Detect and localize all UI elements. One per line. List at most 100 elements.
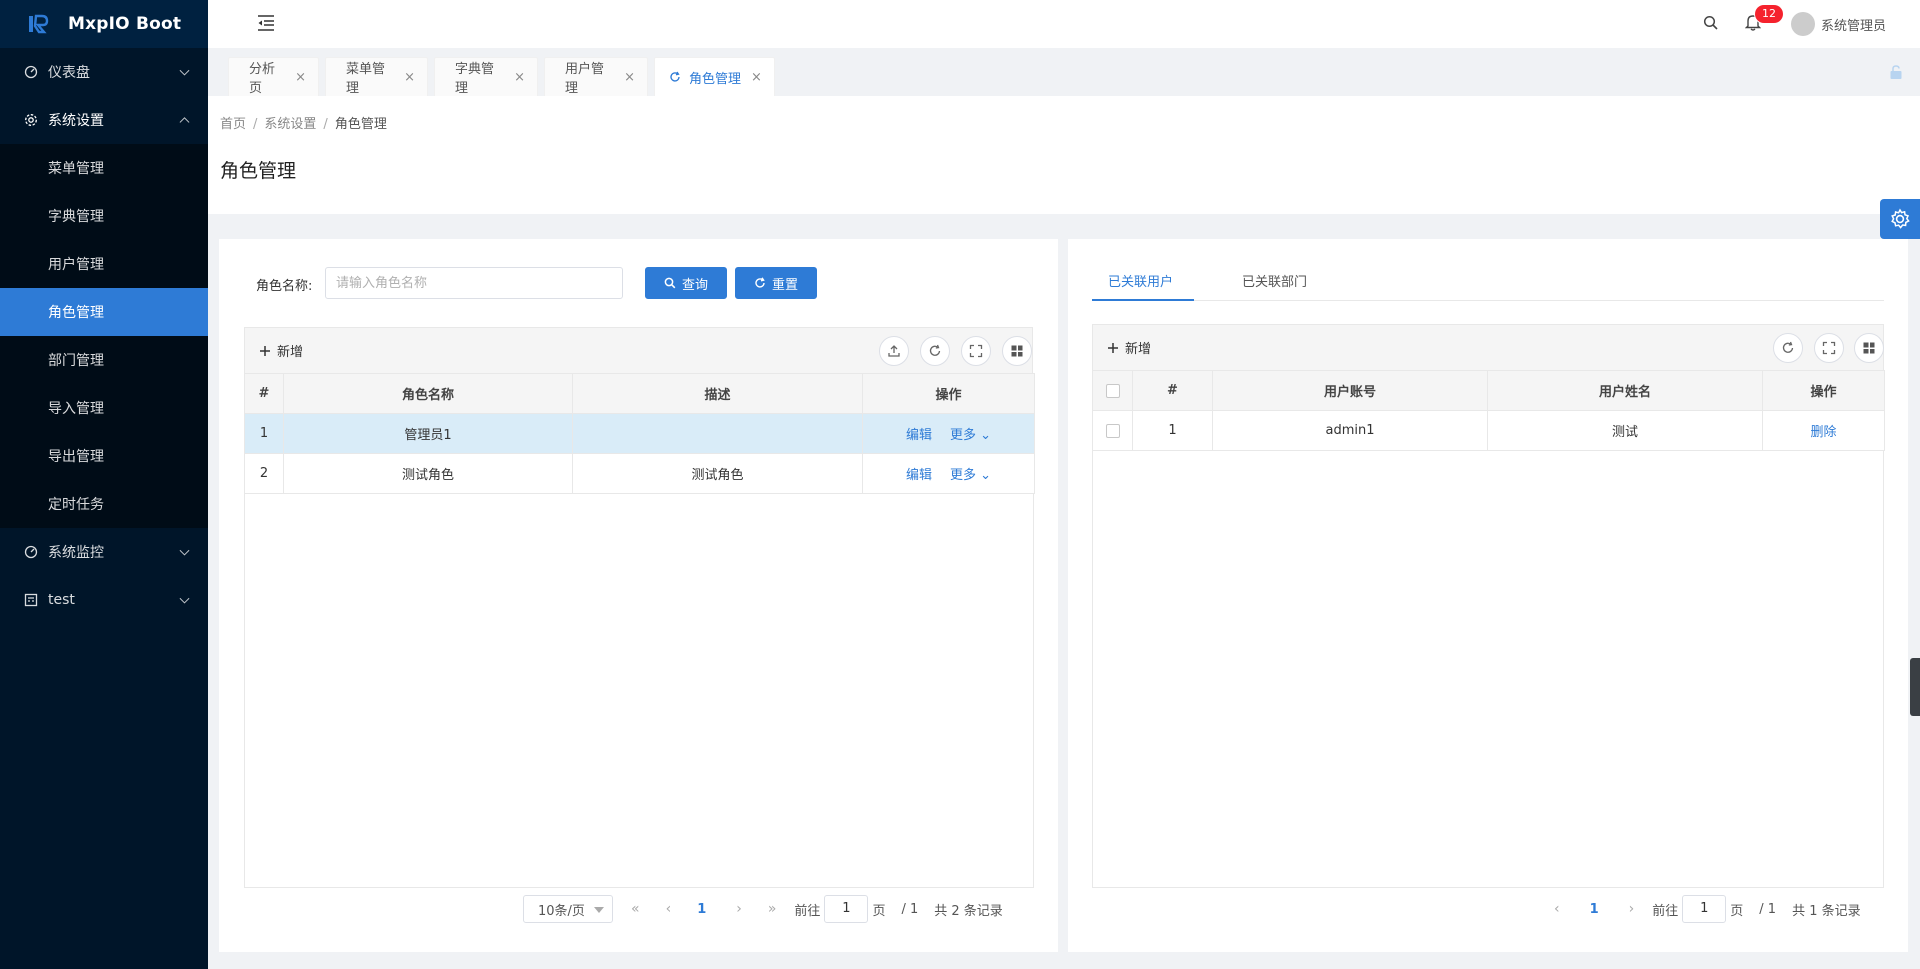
role-list-panel: 角色名称: 查询 重置 新增 # 角色名称 描述 操作: [219, 239, 1058, 952]
column-header-description[interactable]: 描述: [572, 373, 863, 414]
sidebar-item-dictionary-management[interactable]: 字典管理: [0, 192, 208, 240]
column-header-role-name[interactable]: 角色名称: [283, 373, 573, 414]
export-button[interactable]: [879, 336, 909, 366]
tab-analysis[interactable]: 分析页 ×: [228, 57, 319, 96]
edit-link[interactable]: 编辑: [906, 468, 932, 483]
logo-icon: [29, 14, 49, 34]
row-index: 2: [244, 453, 284, 494]
close-icon[interactable]: ×: [514, 70, 525, 85]
row-checkbox[interactable]: [1105, 423, 1120, 438]
sidebar-item-test[interactable]: test: [0, 576, 208, 624]
role-name-cell: 测试角色: [283, 453, 573, 494]
reset-button[interactable]: 重置: [735, 267, 817, 299]
sidebar-item-role-management[interactable]: 角色管理: [0, 288, 208, 336]
fullscreen-button[interactable]: [1814, 333, 1844, 363]
table-row[interactable]: 1 admin1 测试 删除: [1092, 410, 1885, 451]
sidebar-item-label: test: [48, 592, 75, 608]
column-header-account[interactable]: 用户账号: [1212, 370, 1488, 411]
table-row[interactable]: 2 测试角色 测试角色 编辑 更多 ⌄: [244, 453, 1035, 494]
related-panel: 已关联用户 已关联部门 新增 # 用户账号 用户姓名 操作 1 admin1 测…: [1068, 239, 1908, 952]
gear-icon: [24, 113, 38, 127]
row-index: 1: [244, 413, 284, 454]
column-settings-button[interactable]: [1002, 336, 1032, 366]
actions-cell: 删除: [1762, 410, 1885, 451]
total-pages: / 1: [1759, 901, 1777, 917]
page-size-select[interactable]: 10条/页: [523, 895, 613, 923]
refresh-button[interactable]: [1773, 333, 1803, 363]
role-name-input[interactable]: [325, 267, 623, 299]
close-icon[interactable]: ×: [404, 70, 415, 85]
add-user-button[interactable]: 新增: [1107, 338, 1151, 357]
chevron-up-icon: [179, 117, 190, 128]
column-header-user-name[interactable]: 用户姓名: [1487, 370, 1763, 411]
first-page-icon[interactable]: «: [631, 901, 640, 917]
avatar[interactable]: [1791, 12, 1815, 36]
more-dropdown[interactable]: 更多 ⌄: [950, 468, 991, 483]
sidebar-item-label: 仪表盘: [48, 65, 90, 81]
edit-link[interactable]: 编辑: [906, 428, 932, 443]
close-icon[interactable]: ×: [295, 70, 306, 85]
sidebar-item-system-monitor[interactable]: 系统监控: [0, 528, 208, 576]
delete-link[interactable]: 删除: [1810, 425, 1836, 440]
select-all-checkbox[interactable]: [1105, 383, 1120, 398]
more-dropdown[interactable]: 更多 ⌄: [950, 428, 991, 443]
add-role-button[interactable]: 新增: [259, 341, 303, 360]
table-row[interactable]: 1 管理员1 编辑 更多 ⌄: [244, 413, 1035, 454]
description-cell: [572, 413, 863, 454]
sidebar-item-export-management[interactable]: 导出管理: [0, 432, 208, 480]
tab-label: 用户管理: [565, 62, 605, 96]
settings-float-button[interactable]: [1880, 199, 1920, 239]
goto-page-input[interactable]: 1: [1682, 895, 1727, 923]
sidebar-item-user-management[interactable]: 用户管理: [0, 240, 208, 288]
logo[interactable]: MxpIO Boot: [0, 0, 208, 48]
sidebar-item-dashboard[interactable]: 仪表盘: [0, 48, 208, 96]
tab-dictionary-management[interactable]: 字典管理 ×: [434, 57, 538, 96]
prev-page-icon[interactable]: ‹: [666, 901, 672, 917]
sidebar-item-menu-management[interactable]: 菜单管理: [0, 144, 208, 192]
table-header-row: # 用户账号 用户姓名 操作: [1092, 370, 1885, 411]
breadcrumb-parent[interactable]: 系统设置: [264, 117, 316, 132]
plus-icon: [260, 345, 270, 356]
goto-suffix: 页: [1730, 903, 1744, 919]
sidebar-item-department-management[interactable]: 部门管理: [0, 336, 208, 384]
current-page[interactable]: 1: [1590, 902, 1599, 917]
side-drawer-handle[interactable]: [1910, 658, 1920, 716]
menu-fold-icon[interactable]: [256, 14, 276, 32]
prev-page-icon[interactable]: ‹: [1554, 901, 1560, 917]
tab-label: 分析页: [249, 62, 276, 96]
tab-related-departments[interactable]: 已关联部门: [1242, 271, 1307, 290]
reset-button-label: 重置: [771, 277, 798, 293]
column-settings-button[interactable]: [1854, 333, 1884, 363]
next-page-icon[interactable]: ›: [736, 901, 742, 917]
breadcrumb-home[interactable]: 首页: [220, 117, 246, 132]
more-label: 更多: [949, 428, 976, 443]
tab-user-management[interactable]: 用户管理 ×: [544, 57, 648, 96]
search-icon: [664, 277, 676, 289]
last-page-icon[interactable]: »: [768, 901, 777, 917]
query-button[interactable]: 查询: [645, 267, 727, 299]
sidebar-item-system-settings[interactable]: 系统设置: [0, 96, 208, 144]
fullscreen-button[interactable]: [961, 336, 991, 366]
user-name-cell: 测试: [1487, 410, 1763, 451]
description-cell: 测试角色: [572, 453, 863, 494]
table-body-area: [1092, 451, 1884, 888]
grid-icon: [1863, 342, 1875, 354]
next-page-icon[interactable]: ›: [1629, 901, 1635, 917]
lock-icon[interactable]: [1888, 64, 1904, 80]
tab-menu-management[interactable]: 菜单管理 ×: [325, 57, 428, 96]
sidebar-item-scheduled-tasks[interactable]: 定时任务: [0, 480, 208, 528]
goto-page-input[interactable]: 1: [824, 895, 869, 923]
close-icon[interactable]: ×: [751, 70, 762, 85]
calendar-icon: [24, 593, 38, 607]
tab-related-users[interactable]: 已关联用户: [1108, 271, 1173, 290]
search-icon[interactable]: [1703, 15, 1719, 31]
app-name: MxpIO Boot: [68, 14, 182, 34]
current-page[interactable]: 1: [697, 902, 706, 917]
sidebar-item-import-management[interactable]: 导入管理: [0, 384, 208, 432]
query-button-label: 查询: [681, 277, 708, 293]
tab-role-management[interactable]: 角色管理 ×: [654, 57, 775, 96]
column-header-actions: 操作: [1762, 370, 1885, 411]
close-icon[interactable]: ×: [624, 70, 635, 85]
user-name[interactable]: 系统管理员: [1821, 15, 1886, 34]
refresh-button[interactable]: [920, 336, 950, 366]
